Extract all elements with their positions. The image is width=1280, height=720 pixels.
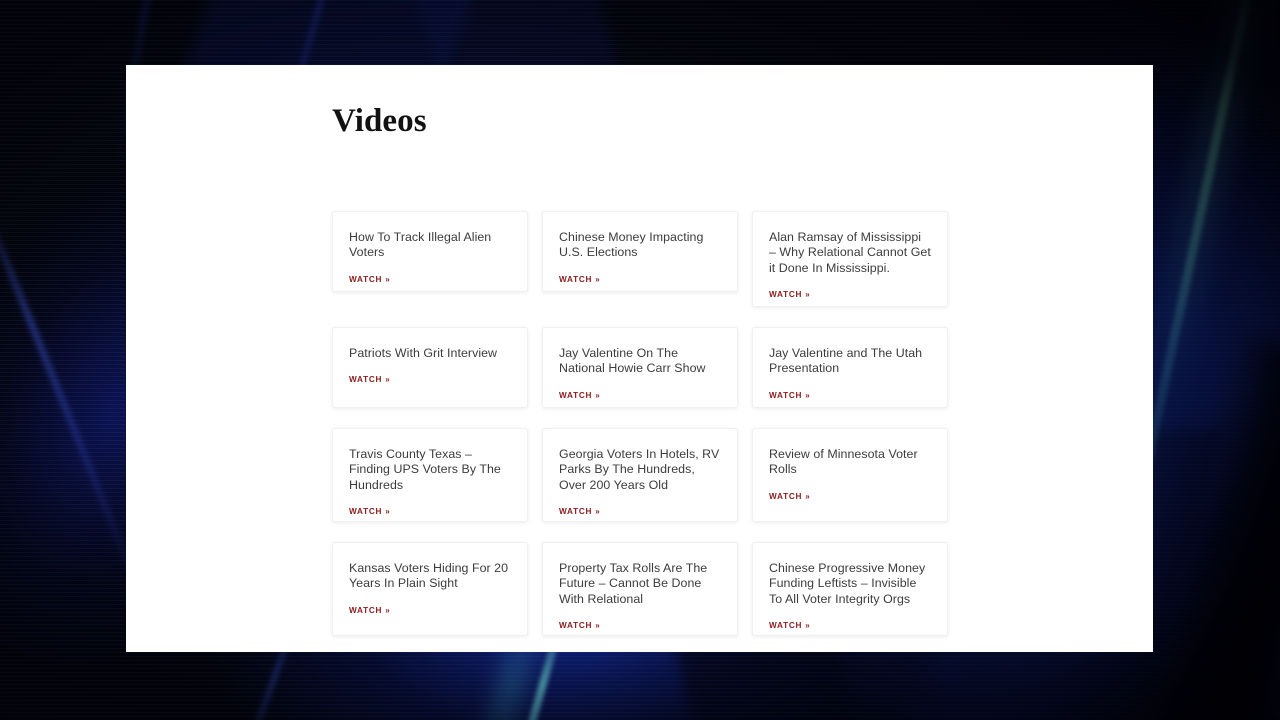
video-card[interactable]: Georgia Voters In Hotels, RV Parks By Th… [542,428,738,522]
video-card[interactable]: Patriots With Grit Interview WATCH » [332,327,528,408]
video-card-title: How To Track Illegal Alien Voters [349,230,492,260]
watch-link[interactable]: WATCH » [349,375,511,384]
video-card[interactable]: Chinese Money Impacting U.S. Elections WA… [542,211,738,292]
video-card-title: Review of Minnesota Voter Rolls [769,447,918,477]
video-card-title: Patriots With Grit Interview [349,346,498,360]
watch-link[interactable]: WATCH » [769,621,931,630]
video-card-title: Jay Valentine On The National Howie Carr… [559,346,706,376]
watch-link[interactable]: WATCH » [349,507,511,516]
chevron-right-icon: » [805,491,810,501]
watch-link-label: WATCH [349,274,383,284]
watch-link-label: WATCH [559,390,593,400]
video-card-title: Travis County Texas – Finding UPS Voters… [349,447,501,492]
watch-link[interactable]: WATCH » [559,507,721,516]
chevron-right-icon: » [385,274,390,284]
watch-link-label: WATCH [769,621,803,631]
video-card[interactable]: Chinese Progressive Money Funding Leftis… [752,542,948,636]
video-card[interactable]: Jay Valentine and The Utah Presentation W… [752,327,948,408]
watch-link-label: WATCH [349,375,383,385]
chevron-right-icon: » [385,375,390,385]
content-panel: Videos How To Track Illegal Alien Voters… [126,65,1153,652]
video-card[interactable]: Kansas Voters Hiding For 20 Years In Pla… [332,542,528,636]
video-card[interactable]: Alan Ramsay of Mississippi – Why Relatio… [752,211,948,307]
video-card-title: Alan Ramsay of Mississippi – Why Relatio… [769,230,931,275]
chevron-right-icon: » [805,290,810,300]
watch-link-label: WATCH [769,491,803,501]
video-card[interactable]: Property Tax Rolls Are The Future – Cann… [542,542,738,636]
watch-link-label: WATCH [559,274,593,284]
watch-link[interactable]: WATCH » [769,290,931,299]
page-title: Videos [332,103,427,139]
chevron-right-icon: » [595,621,600,631]
watch-link[interactable]: WATCH » [769,391,931,400]
watch-link-label: WATCH [559,507,593,517]
watch-link-label: WATCH [349,507,383,517]
video-card-title: Jay Valentine and The Utah Presentation [769,346,923,376]
watch-link-label: WATCH [769,390,803,400]
watch-link-label: WATCH [559,621,593,631]
chevron-right-icon: » [385,507,390,517]
video-card[interactable]: How To Track Illegal Alien Voters WATCH » [332,211,528,292]
video-card-title: Kansas Voters Hiding For 20 Years In Pla… [349,561,509,591]
watch-link[interactable]: WATCH » [769,492,931,501]
watch-link-label: WATCH [769,290,803,300]
watch-link-label: WATCH [349,605,383,615]
video-card[interactable]: Jay Valentine On The National Howie Carr… [542,327,738,408]
video-card[interactable]: Travis County Texas – Finding UPS Voters… [332,428,528,522]
watch-link[interactable]: WATCH » [559,621,721,630]
video-card-title: Chinese Progressive Money Funding Leftis… [769,561,926,606]
video-card-title: Property Tax Rolls Are The Future – Cann… [559,561,708,606]
chevron-right-icon: » [595,274,600,284]
watch-link[interactable]: WATCH » [559,275,721,284]
chevron-right-icon: » [805,390,810,400]
watch-link[interactable]: WATCH » [559,391,721,400]
chevron-right-icon: » [385,605,390,615]
chevron-right-icon: » [805,621,810,631]
video-grid: How To Track Illegal Alien Voters WATCH »… [332,211,948,636]
video-card-title: Georgia Voters In Hotels, RV Parks By Th… [559,447,720,492]
chevron-right-icon: » [595,390,600,400]
video-card-title: Chinese Money Impacting U.S. Elections [559,230,704,260]
watch-link[interactable]: WATCH » [349,275,511,284]
video-card[interactable]: Review of Minnesota Voter Rolls WATCH » [752,428,948,522]
chevron-right-icon: » [595,507,600,517]
watch-link[interactable]: WATCH » [349,606,511,615]
